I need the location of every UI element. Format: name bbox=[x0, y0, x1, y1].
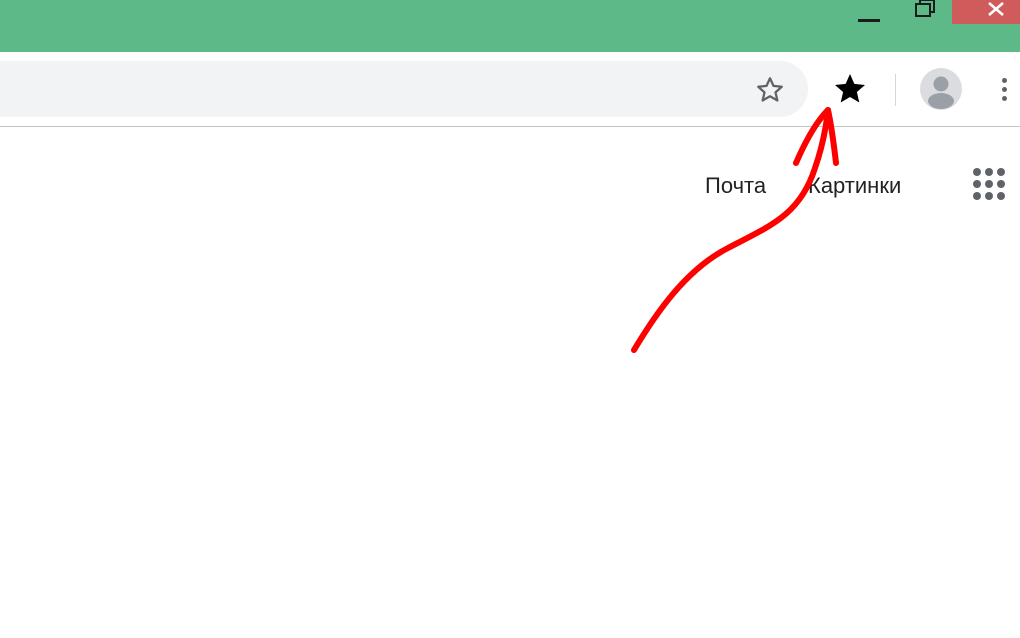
avatar-icon[interactable] bbox=[920, 68, 962, 110]
toolbar-separator bbox=[895, 74, 896, 106]
apps-grid-icon[interactable] bbox=[970, 165, 1008, 203]
kebab-menu-icon[interactable] bbox=[992, 72, 1016, 106]
browser-toolbar bbox=[0, 52, 1020, 127]
images-link[interactable]: Картинки bbox=[808, 172, 901, 200]
close-icon[interactable] bbox=[952, 0, 1020, 24]
omnibox[interactable] bbox=[0, 61, 808, 117]
restore-icon[interactable] bbox=[908, 0, 942, 20]
window-titlebar bbox=[0, 0, 1020, 52]
star-outline-icon[interactable] bbox=[752, 72, 788, 108]
mail-link[interactable]: Почта bbox=[705, 172, 766, 200]
minimize-icon[interactable] bbox=[856, 10, 884, 22]
star-filled-icon[interactable] bbox=[828, 69, 872, 109]
